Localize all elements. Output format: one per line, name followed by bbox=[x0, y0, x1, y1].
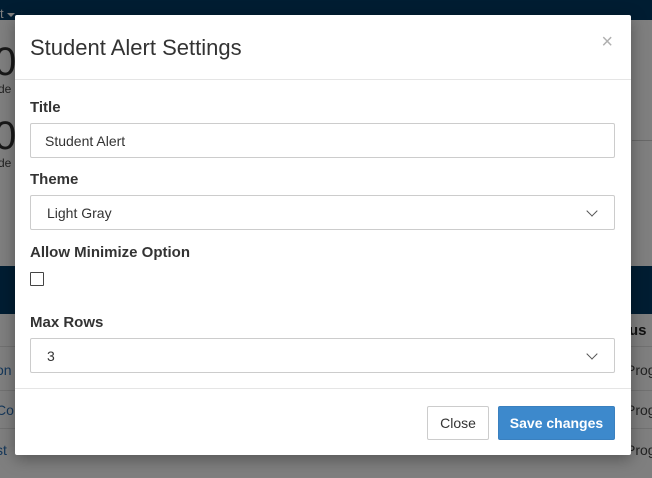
chevron-down-icon bbox=[586, 205, 598, 217]
title-field-label: Title bbox=[30, 99, 61, 116]
dialog-header: Student Alert Settings × bbox=[15, 15, 631, 80]
dialog-footer: Close Save changes bbox=[15, 388, 631, 455]
close-icon[interactable]: × bbox=[601, 32, 613, 52]
theme-select[interactable]: Light Gray bbox=[30, 195, 615, 230]
dialog-title: Student Alert Settings bbox=[30, 35, 242, 60]
theme-select-value: Light Gray bbox=[47, 205, 112, 221]
student-alert-settings-dialog: Student Alert Settings × Title Theme Lig… bbox=[15, 15, 631, 455]
max-rows-field-label: Max Rows bbox=[30, 314, 104, 331]
max-rows-select-value: 3 bbox=[47, 348, 55, 364]
allow-minimize-checkbox[interactable] bbox=[30, 272, 44, 286]
save-changes-button[interactable]: Save changes bbox=[498, 406, 615, 440]
allow-minimize-label: Allow Minimize Option bbox=[30, 244, 190, 261]
chevron-down-icon bbox=[586, 348, 598, 360]
max-rows-select[interactable]: 3 bbox=[30, 338, 615, 373]
theme-field-label: Theme bbox=[30, 171, 79, 188]
title-input[interactable] bbox=[30, 123, 615, 158]
close-button[interactable]: Close bbox=[427, 406, 489, 440]
